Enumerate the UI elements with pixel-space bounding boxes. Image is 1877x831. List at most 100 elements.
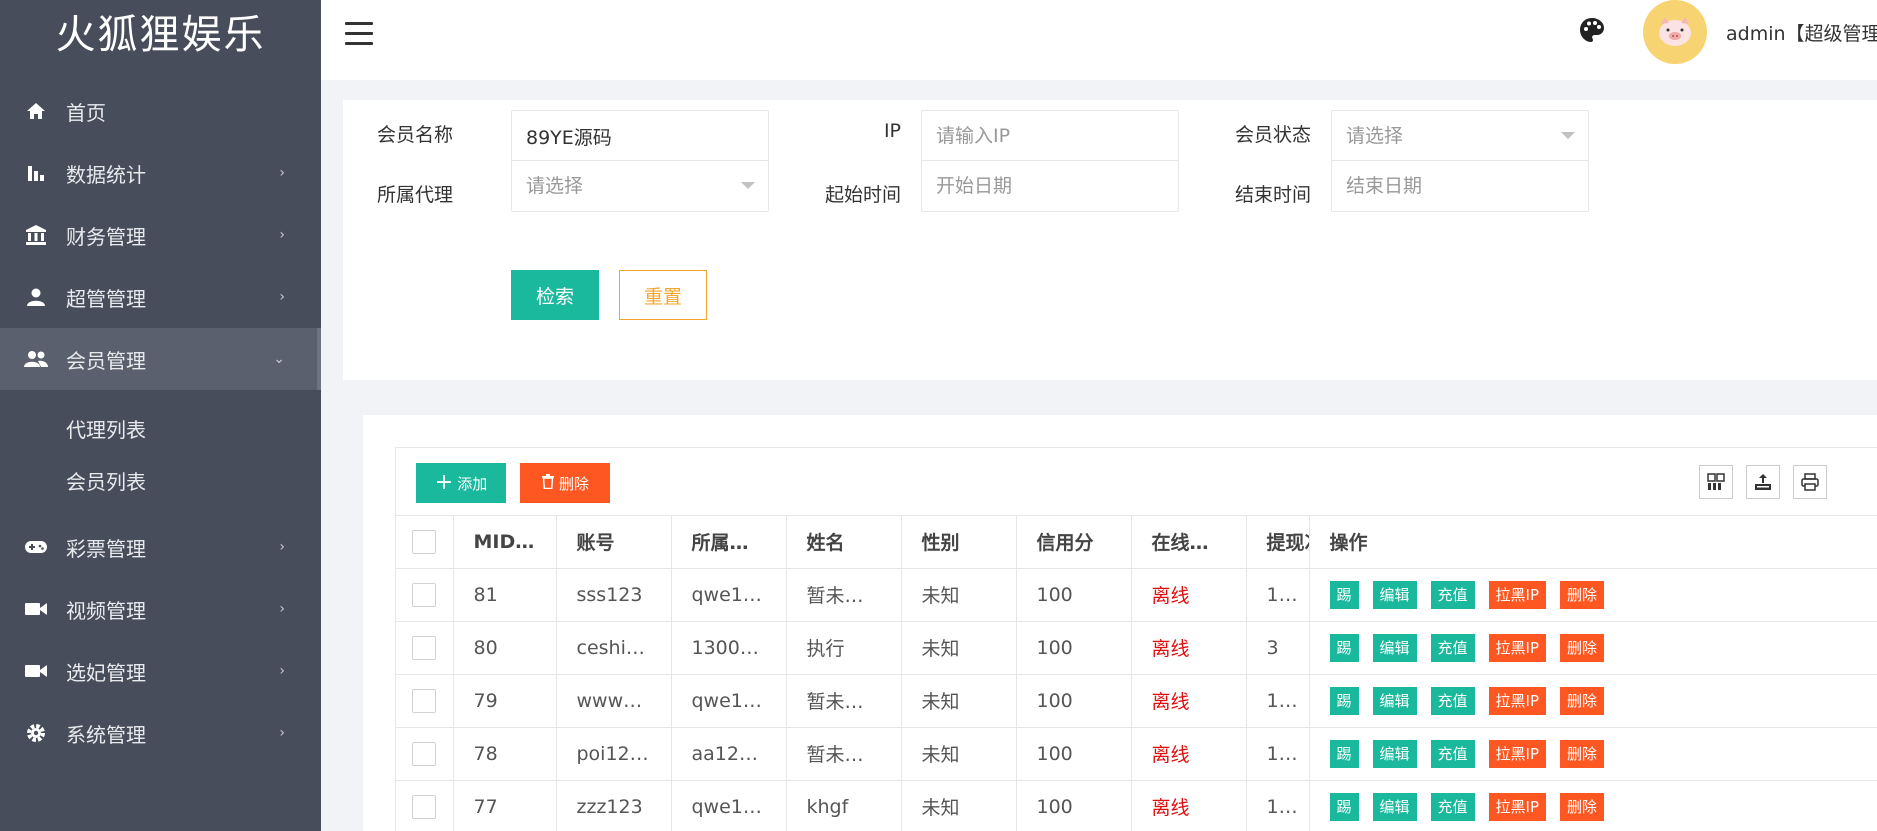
recharge-button[interactable]: 充值	[1430, 686, 1475, 715]
sidebar-nav-lower: 彩票管理 › 视频管理 › 选妃管理 › 系统管理 ›	[0, 516, 321, 764]
sidebar-item-members[interactable]: 会员管理 ⌄	[0, 328, 321, 390]
kick-button[interactable]: 踢	[1329, 739, 1359, 768]
sidebar-subitem-member-list[interactable]: 会员列表	[0, 454, 321, 506]
sort-icon[interactable]	[536, 531, 546, 553]
col-gender: 性别	[901, 516, 1017, 569]
member-table: MID 账号 所属代理 姓名 性别 信用分 在线状态 提现次 操作	[396, 516, 1877, 831]
recharge-button[interactable]: 充值	[1430, 633, 1475, 662]
member-name-input[interactable]	[511, 110, 769, 162]
cell-online-status: 离线	[1131, 780, 1247, 831]
cell-account: poi12345	[556, 727, 672, 781]
cell-mid: 79	[453, 674, 557, 728]
chevron-right-icon: ›	[279, 227, 285, 243]
cell-withdraw-count: 10	[1246, 727, 1310, 781]
recharge-button[interactable]: 充值	[1430, 580, 1475, 609]
blacklist-ip-button[interactable]: 拉黑IP	[1488, 580, 1547, 609]
sidebar-item-admins[interactable]: 超管管理 ›	[0, 266, 321, 328]
edit-button[interactable]: 编辑	[1372, 739, 1417, 768]
edit-button[interactable]: 编辑	[1372, 792, 1417, 821]
cell-credit: 100	[1016, 780, 1132, 831]
cell-account: www123	[556, 674, 672, 728]
ip-input[interactable]	[921, 110, 1179, 162]
cell-agent: 1300000…	[671, 621, 787, 675]
sidebar-item-label: 系统管理	[66, 722, 146, 747]
kick-button[interactable]: 踢	[1329, 633, 1359, 662]
member-status-select[interactable]	[1331, 110, 1589, 162]
blacklist-ip-button[interactable]: 拉黑IP	[1488, 792, 1547, 821]
cell-actions: 踢编辑 充值 拉黑IP 删除	[1309, 727, 1877, 781]
blacklist-ip-button[interactable]: 拉黑IP	[1488, 633, 1547, 662]
table-row: 81 sss123 qwe123 暂未设置 未知 100 离线 10 踢编辑 充值…	[396, 568, 1877, 622]
sidebar-item-lottery[interactable]: 彩票管理 ›	[0, 516, 321, 578]
cell-gender: 未知	[901, 621, 1017, 675]
kick-button[interactable]: 踢	[1329, 580, 1359, 609]
delete-button[interactable]: 删除	[520, 463, 610, 503]
app-logo: 火狐狸娱乐	[55, 12, 266, 58]
cell-name: 执行	[786, 621, 902, 675]
recharge-button[interactable]: 充值	[1430, 792, 1475, 821]
cell-online-status: 离线	[1131, 621, 1247, 675]
user-name[interactable]: admin【超级管理员】	[1726, 19, 1877, 46]
table-row: 79 www123 qwe123 暂未设置 未知 100 离线 10 踢编辑 充值…	[396, 674, 1877, 728]
menu-toggle-icon[interactable]	[345, 18, 375, 48]
row-checkbox[interactable]	[412, 741, 436, 766]
row-checkbox[interactable]	[412, 794, 436, 819]
blacklist-ip-button[interactable]: 拉黑IP	[1488, 686, 1547, 715]
row-delete-button[interactable]: 删除	[1560, 686, 1605, 715]
cell-mid: 80	[453, 621, 557, 675]
ip-label: IP	[883, 120, 901, 142]
cell-credit: 100	[1016, 727, 1132, 781]
reset-button[interactable]: 重置	[619, 270, 707, 320]
sidebar-item-label: 数据统计	[66, 162, 146, 187]
table-row: 78 poi12345 aa123123 暂未设置 未知 100 离线 10 踢…	[396, 727, 1877, 781]
col-withdraw-count: 提现次	[1246, 516, 1310, 569]
edit-button[interactable]: 编辑	[1372, 686, 1417, 715]
edit-button[interactable]: 编辑	[1372, 580, 1417, 609]
home-icon	[24, 99, 48, 123]
start-time-label: 起始时间	[824, 184, 901, 206]
sidebar: 火狐狸娱乐 首页 数据统计 › 财务管理 › 超管管理 › 会员管理 ⌄ 代理列…	[0, 0, 321, 831]
row-delete-button[interactable]: 删除	[1560, 739, 1605, 768]
row-checkbox[interactable]	[412, 635, 436, 660]
cell-mid: 77	[453, 780, 557, 831]
add-button[interactable]: + 添加	[416, 463, 506, 503]
start-date-input[interactable]	[921, 160, 1179, 212]
row-delete-button[interactable]: 删除	[1560, 580, 1605, 609]
cell-online-status: 离线	[1131, 674, 1247, 728]
sidebar-item-system[interactable]: 系统管理 ›	[0, 702, 321, 764]
sidebar-item-finance[interactable]: 财务管理 ›	[0, 204, 321, 266]
sidebar-item-concubine[interactable]: 选妃管理 ›	[0, 640, 321, 702]
gear-icon	[24, 721, 48, 745]
member-subnav: 代理列表 会员列表	[0, 390, 321, 516]
recharge-button[interactable]: 充值	[1430, 739, 1475, 768]
col-name: 姓名	[786, 516, 902, 569]
export-icon[interactable]	[1746, 465, 1780, 499]
select-all-checkbox[interactable]	[412, 529, 436, 554]
blacklist-ip-button[interactable]: 拉黑IP	[1488, 739, 1547, 768]
kick-button[interactable]: 踢	[1329, 686, 1359, 715]
edit-button[interactable]: 编辑	[1372, 633, 1417, 662]
search-button[interactable]: 检索	[511, 270, 599, 320]
palette-icon[interactable]	[1578, 16, 1606, 44]
sidebar-subitem-agent-list[interactable]: 代理列表	[0, 402, 321, 454]
sidebar-item-label: 超管管理	[66, 286, 146, 311]
row-delete-button[interactable]: 删除	[1560, 792, 1605, 821]
print-icon[interactable]	[1793, 465, 1827, 499]
cell-name: khgf	[786, 780, 902, 831]
col-mid[interactable]: MID	[453, 516, 557, 569]
columns-filter-icon[interactable]	[1699, 465, 1733, 499]
row-checkbox[interactable]	[412, 582, 436, 607]
chevron-right-icon: ›	[279, 539, 285, 555]
sidebar-item-stats[interactable]: 数据统计 ›	[0, 142, 321, 204]
sidebar-item-home[interactable]: 首页	[0, 80, 321, 142]
sidebar-item-video[interactable]: 视频管理 ›	[0, 578, 321, 640]
agent-select[interactable]	[511, 160, 769, 212]
table-toolbar: + 添加 删除	[396, 448, 1877, 516]
avatar[interactable]	[1643, 0, 1707, 64]
row-checkbox[interactable]	[412, 688, 436, 713]
end-date-input[interactable]	[1331, 160, 1589, 212]
row-delete-button[interactable]: 删除	[1560, 633, 1605, 662]
cell-account: ceshi007	[556, 621, 672, 675]
chevron-down-icon: ⌄	[273, 351, 285, 367]
kick-button[interactable]: 踢	[1329, 792, 1359, 821]
